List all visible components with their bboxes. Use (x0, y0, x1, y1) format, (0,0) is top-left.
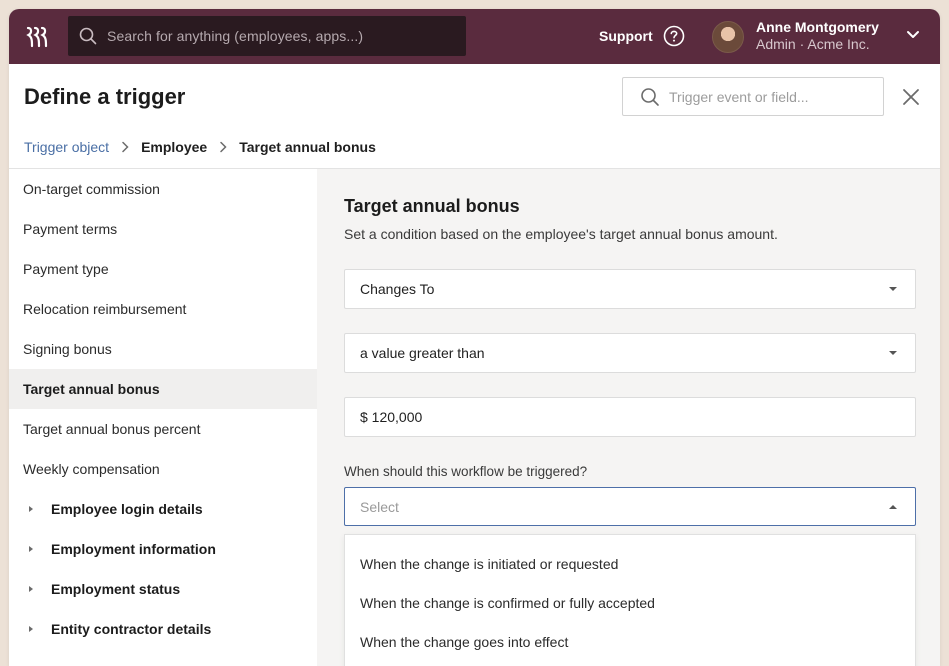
global-search-input[interactable]: Search for anything (employees, apps...) (68, 16, 466, 56)
caret-right-icon (29, 506, 33, 512)
breadcrumb: Trigger object Employee Target annual bo… (24, 139, 376, 155)
sidebar-group-employment-information[interactable]: Employment information (9, 529, 317, 569)
comparison-select-value: a value greater than (360, 345, 485, 361)
trigger-search-placeholder: Trigger event or field... (669, 88, 809, 105)
amount-input-value: $ 120,000 (360, 409, 423, 425)
help-circle-icon (663, 25, 684, 47)
chevron-right-icon (219, 141, 227, 153)
caret-right-icon (29, 546, 33, 552)
comparison-select[interactable]: a value greater than (344, 333, 916, 373)
search-icon (641, 87, 659, 106)
sidebar-item-weekly-compensation[interactable]: Weekly compensation (9, 449, 317, 489)
sidebar-group-employment-status[interactable]: Employment status (9, 569, 317, 609)
sidebar-item-payment-terms[interactable]: Payment terms (9, 209, 317, 249)
section-description: Set a condition based on the employee's … (344, 226, 778, 242)
sidebar-group-label: Employee login details (51, 501, 203, 517)
sidebar-group-label: Entity contractor details (51, 621, 212, 637)
page-header: Define a trigger Trigger event or field.… (9, 64, 940, 169)
caret-right-icon (29, 626, 33, 632)
option-confirmed[interactable]: When the change is confirmed or fully ac… (345, 583, 915, 622)
condition-panel: Target annual bonus Set a condition base… (317, 169, 940, 666)
sidebar-group-label: Employment status (51, 581, 181, 597)
sidebar-group-label: Employment information (51, 541, 216, 557)
avatar[interactable] (712, 21, 744, 53)
app-window: Search for anything (employees, apps...)… (9, 9, 940, 666)
trigger-timing-dropdown: When the change is initiated or requeste… (344, 534, 916, 666)
caret-down-icon (889, 287, 897, 291)
caret-right-icon (29, 586, 33, 592)
user-name: Anne Montgomery (756, 19, 879, 35)
sidebar-item-signing-bonus[interactable]: Signing bonus (9, 329, 317, 369)
breadcrumb-employee[interactable]: Employee (141, 139, 207, 155)
sidebar-item-on-target-commission[interactable]: On-target commission (9, 169, 317, 209)
global-search-placeholder: Search for anything (employees, apps...) (107, 28, 364, 44)
support-label: Support (599, 28, 653, 44)
sidebar-group-entity-contractor-details[interactable]: Entity contractor details (9, 609, 317, 649)
search-icon (79, 27, 97, 45)
sidebar-item-target-annual-bonus-percent[interactable]: Target annual bonus percent (9, 409, 317, 449)
sidebar-item-target-annual-bonus[interactable]: Target annual bonus (9, 369, 317, 409)
chevron-right-icon (121, 141, 129, 153)
sidebar-item-relocation-reimbursement[interactable]: Relocation reimbursement (9, 289, 317, 329)
close-icon[interactable] (902, 88, 920, 106)
trigger-timing-placeholder: Select (360, 498, 399, 515)
condition-select[interactable]: Changes To (344, 269, 916, 309)
condition-select-value: Changes To (360, 281, 435, 297)
sidebar-item-payment-type[interactable]: Payment type (9, 249, 317, 289)
caret-down-icon (889, 351, 897, 355)
support-button[interactable]: Support (599, 23, 685, 49)
breadcrumb-trigger-object[interactable]: Trigger object (24, 139, 109, 155)
trigger-search-input[interactable]: Trigger event or field... (622, 77, 884, 116)
rippling-logo-icon[interactable] (25, 25, 49, 49)
amount-input[interactable]: $ 120,000 (344, 397, 916, 437)
page-title: Define a trigger (24, 84, 186, 109)
breadcrumb-current: Target annual bonus (239, 139, 376, 155)
top-navigation-bar: Search for anything (employees, apps...)… (9, 9, 940, 64)
chevron-down-icon[interactable] (906, 30, 920, 40)
trigger-timing-select[interactable]: Select (344, 487, 916, 526)
section-title: Target annual bonus (344, 196, 520, 216)
user-role: Admin · Acme Inc. (756, 36, 870, 52)
field-list-sidebar: On-target commission Payment terms Payme… (9, 169, 317, 666)
option-effective[interactable]: When the change goes into effect (345, 622, 915, 661)
caret-up-icon (889, 505, 897, 509)
trigger-timing-label: When should this workflow be triggered? (344, 464, 588, 479)
option-initiated[interactable]: When the change is initiated or requeste… (345, 544, 915, 583)
sidebar-group-employee-login-details[interactable]: Employee login details (9, 489, 317, 529)
user-info[interactable]: Anne Montgomery Admin · Acme Inc. (756, 19, 879, 53)
